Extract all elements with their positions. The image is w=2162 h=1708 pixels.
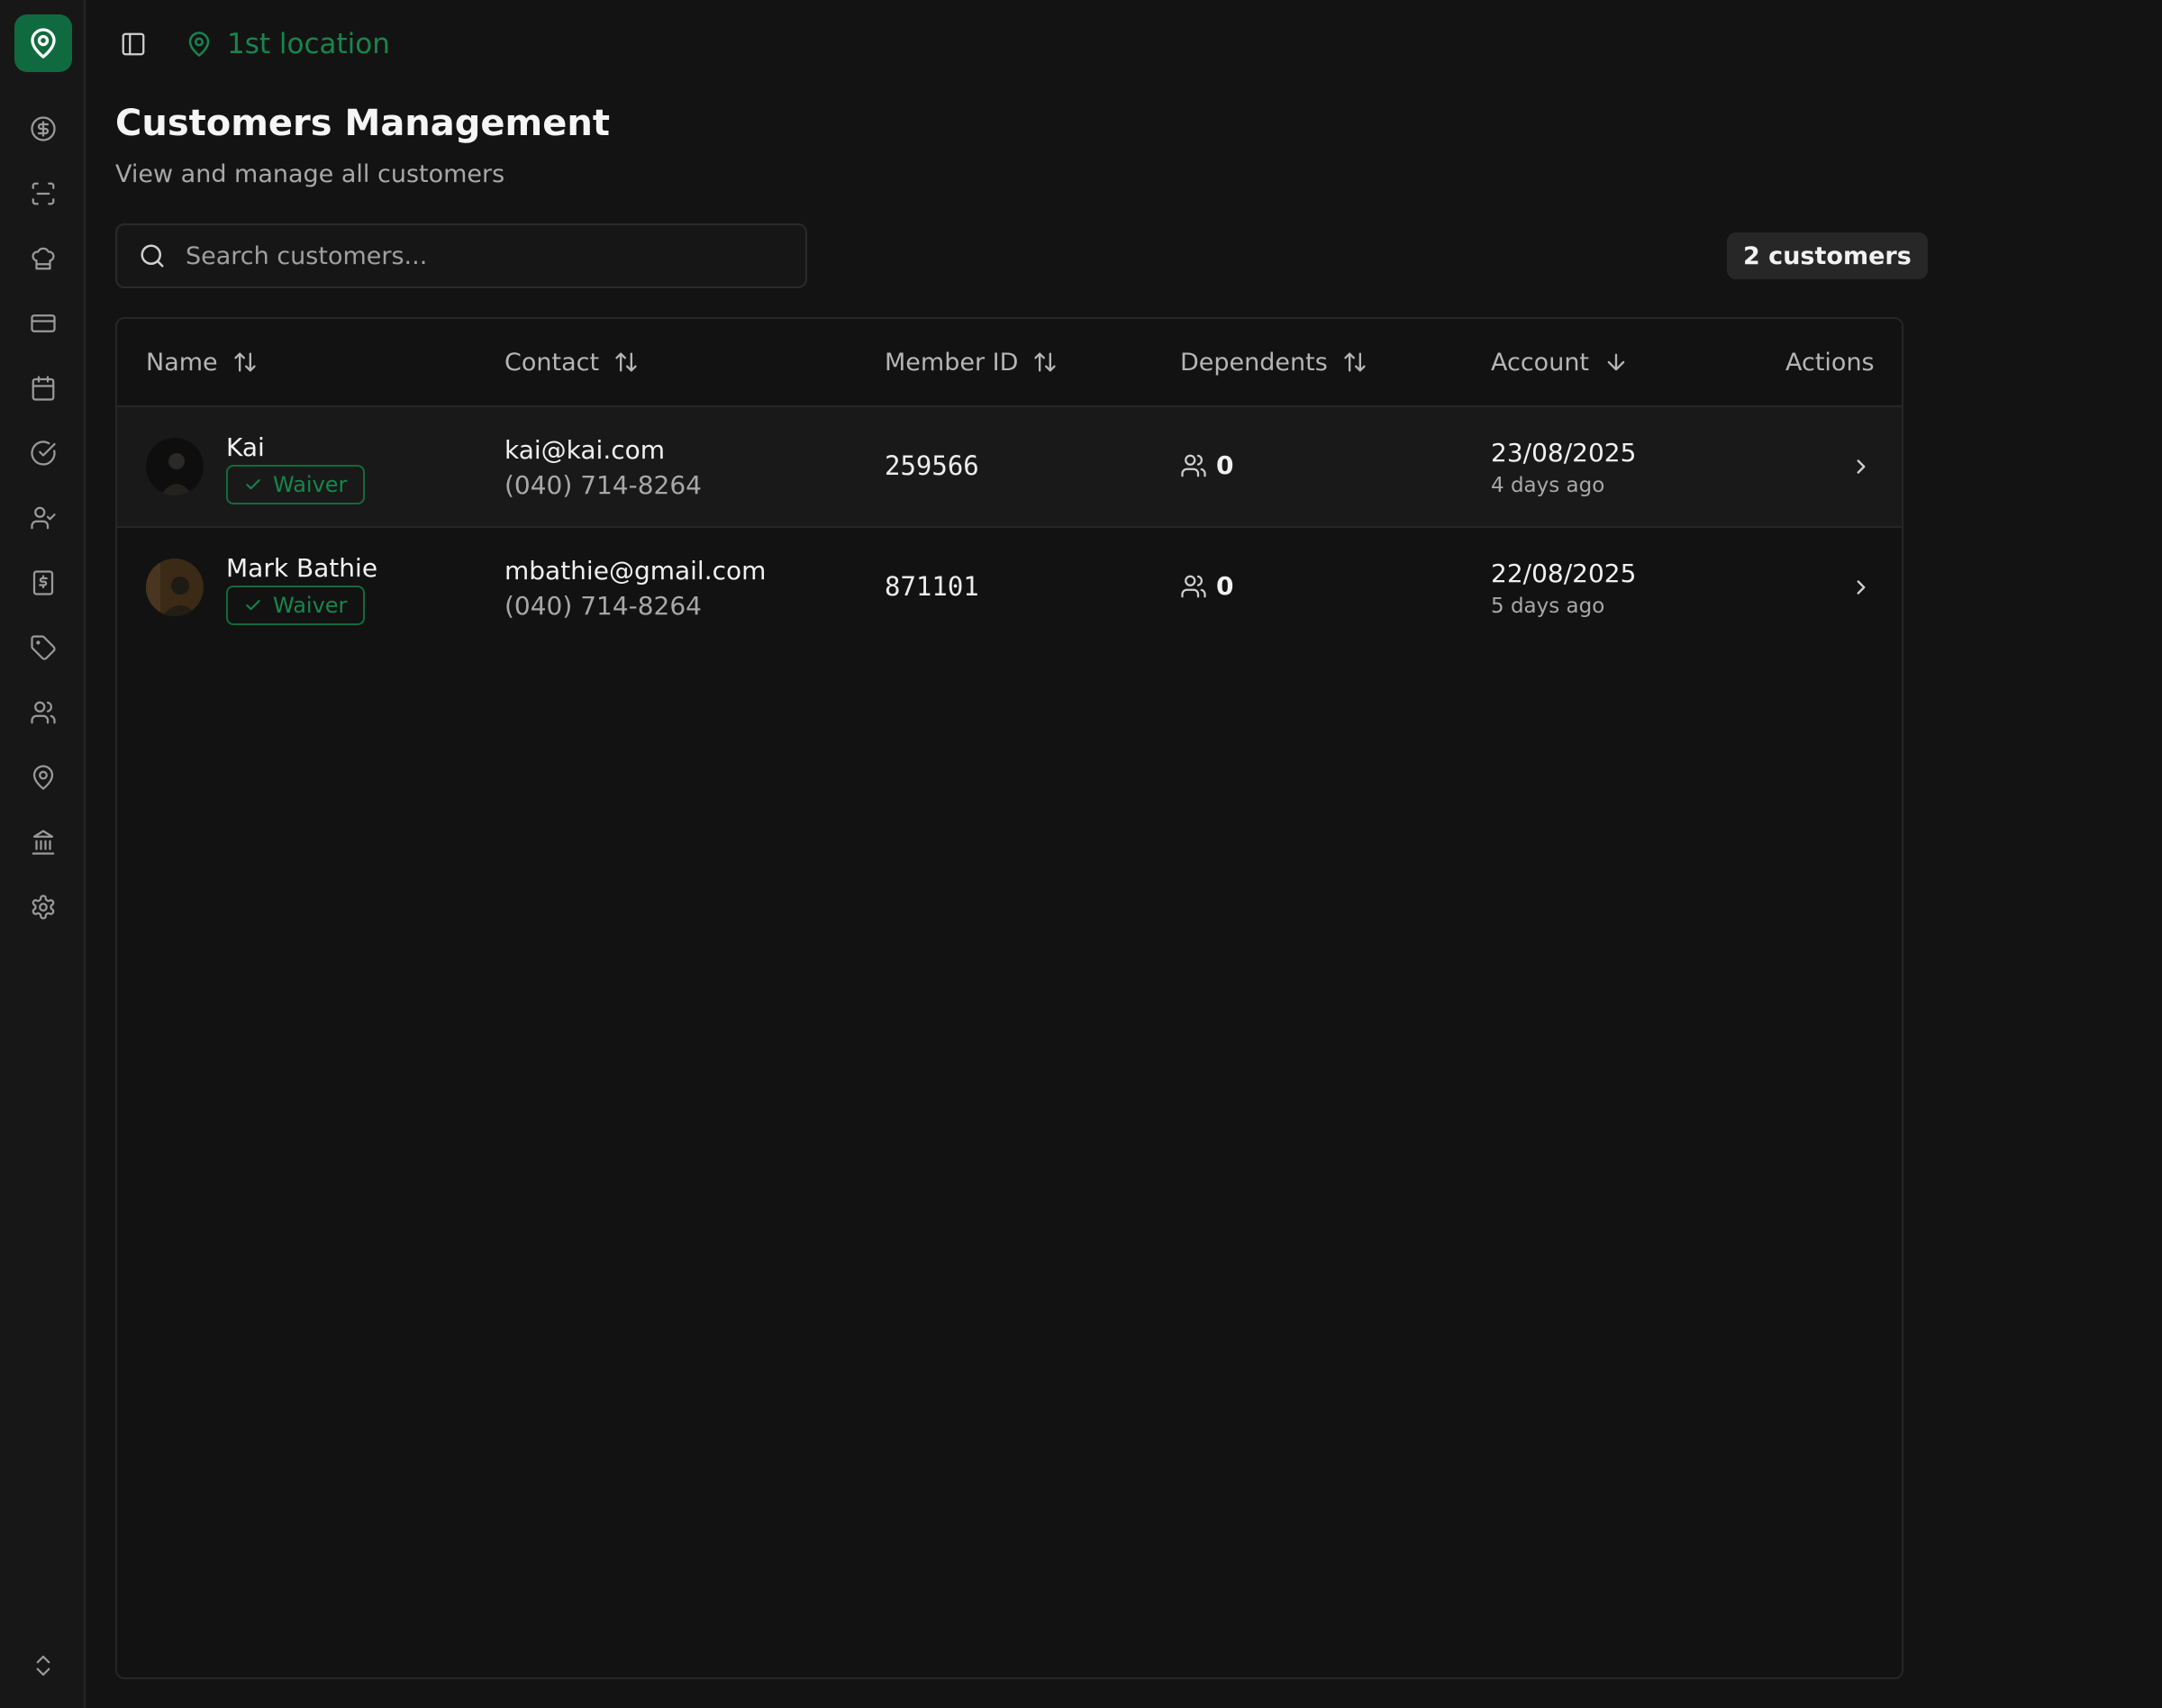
search-icon bbox=[141, 244, 164, 268]
check-icon bbox=[246, 600, 260, 611]
users-icon bbox=[1181, 575, 1206, 597]
tag-icon[interactable] bbox=[26, 631, 60, 665]
chevron-right-icon[interactable] bbox=[1847, 573, 1876, 602]
chevrons-up-down-icon[interactable] bbox=[26, 1649, 60, 1683]
sort-icon bbox=[1034, 352, 1057, 372]
dollar-circle-icon[interactable] bbox=[26, 112, 60, 146]
credit-card-icon[interactable] bbox=[26, 306, 60, 341]
arrow-down-icon bbox=[1607, 353, 1625, 371]
sidebar bbox=[0, 0, 86, 1708]
avatar bbox=[146, 559, 204, 616]
member-id: 259566 bbox=[885, 450, 979, 481]
table-header: Name Contact Member ID Dependents Accoun… bbox=[117, 319, 1902, 407]
check-icon bbox=[246, 479, 260, 490]
sort-icon bbox=[1344, 352, 1366, 372]
waiver-label: Waiver bbox=[273, 593, 348, 618]
account-relative-time: 5 days ago bbox=[1491, 595, 1605, 618]
chef-hat-icon[interactable] bbox=[26, 241, 60, 276]
account-relative-time: 4 days ago bbox=[1491, 474, 1605, 497]
waiver-label: Waiver bbox=[273, 472, 348, 497]
calendar-icon[interactable] bbox=[26, 371, 60, 405]
column-label: Dependents bbox=[1180, 348, 1328, 377]
sort-icon bbox=[233, 352, 256, 372]
location-label: 1st location bbox=[227, 28, 390, 60]
table-row[interactable]: Mark Bathie Waiver mbathie@gmail.com (04… bbox=[117, 528, 1902, 649]
column-header-member-id[interactable]: Member ID bbox=[885, 346, 1058, 378]
map-pin-icon bbox=[188, 32, 210, 57]
customer-name: Mark Bathie bbox=[226, 553, 378, 583]
column-label: Account bbox=[1491, 348, 1590, 377]
map-pin-logo-icon bbox=[31, 28, 56, 59]
column-header-contact[interactable]: Contact bbox=[504, 346, 639, 378]
dependents-value: 0 bbox=[1216, 571, 1234, 601]
dependents-count: 0 bbox=[1180, 450, 1233, 480]
page-title: Customers Management bbox=[115, 103, 610, 144]
account-date: 23/08/2025 bbox=[1491, 438, 1637, 468]
table-row[interactable]: Kai Waiver kai@kai.com (040) 714-8264 25… bbox=[117, 407, 1902, 528]
scan-icon[interactable] bbox=[26, 177, 60, 211]
customer-email: kai@kai.com bbox=[504, 435, 666, 465]
app-logo[interactable] bbox=[14, 14, 72, 72]
dependents-value: 0 bbox=[1216, 450, 1234, 480]
users-icon[interactable] bbox=[26, 695, 60, 730]
customer-email: mbathie@gmail.com bbox=[504, 556, 767, 586]
search-field[interactable] bbox=[115, 223, 807, 288]
receipt-dollar-icon[interactable] bbox=[26, 566, 60, 600]
map-pin-icon[interactable] bbox=[26, 760, 60, 795]
check-circle-icon[interactable] bbox=[26, 436, 60, 470]
search-input[interactable] bbox=[186, 241, 762, 270]
customer-count-badge: 2 customers bbox=[1727, 232, 1928, 279]
waiver-badge: Waiver bbox=[226, 465, 366, 504]
member-id: 871101 bbox=[885, 571, 979, 602]
bank-icon[interactable] bbox=[26, 825, 60, 859]
page-subtitle: View and manage all customers bbox=[115, 160, 505, 188]
column-label: Contact bbox=[504, 348, 600, 377]
column-label: Member ID bbox=[885, 348, 1019, 377]
column-header-dependents[interactable]: Dependents bbox=[1180, 346, 1367, 378]
dependents-count: 0 bbox=[1180, 571, 1233, 601]
customer-phone: (040) 714-8264 bbox=[504, 591, 702, 621]
waiver-badge: Waiver bbox=[226, 586, 366, 625]
avatar bbox=[146, 438, 204, 495]
location-selector[interactable]: 1st location bbox=[186, 25, 390, 63]
customer-name: Kai bbox=[226, 432, 265, 462]
customer-phone: (040) 714-8264 bbox=[504, 470, 702, 500]
customers-table: Name Contact Member ID Dependents Accoun… bbox=[115, 317, 1903, 1679]
sidebar-toggle-button[interactable] bbox=[117, 28, 150, 60]
account-date: 22/08/2025 bbox=[1491, 559, 1637, 588]
column-header-actions: Actions bbox=[1785, 346, 1875, 378]
user-check-icon[interactable] bbox=[26, 501, 60, 535]
sort-icon bbox=[615, 352, 637, 372]
column-header-account[interactable]: Account bbox=[1491, 346, 1629, 378]
column-header-name[interactable]: Name bbox=[146, 346, 258, 378]
column-label: Actions bbox=[1785, 348, 1875, 377]
panel-left-icon bbox=[122, 32, 145, 56]
chevron-right-icon[interactable] bbox=[1847, 452, 1876, 481]
column-label: Name bbox=[146, 348, 218, 377]
settings-icon[interactable] bbox=[26, 890, 60, 924]
users-icon bbox=[1181, 454, 1206, 477]
